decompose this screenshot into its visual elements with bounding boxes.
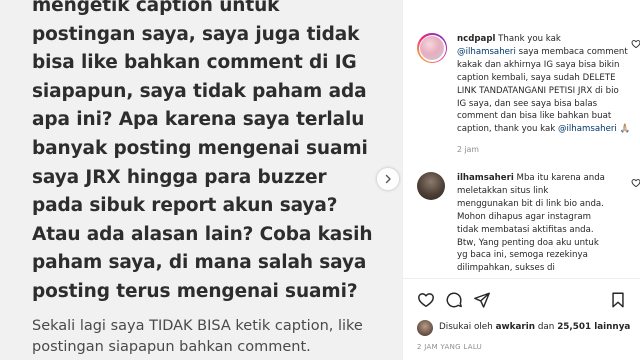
comment-text: dilimpahkan, sukses di (457, 263, 555, 274)
comment-line: Btw, Yang penting doa aku untuk (457, 237, 633, 250)
post-sub-line: postingan siapapun bahkan comment. (32, 339, 311, 355)
action-row (417, 291, 627, 311)
post-text-line: paham saya, di mana salah saya (32, 252, 367, 274)
post-text-line: mengetik caption untuk (32, 0, 280, 16)
chevron-right-icon (385, 174, 391, 184)
avatar[interactable] (417, 33, 447, 63)
comment-line: caption kembali, saya sudah DELETE (457, 72, 633, 85)
comment-line: IG saya, dan see saya bisa balas (457, 98, 633, 111)
comment-line: ncdpapl Thank you kak (457, 33, 633, 46)
comment-text: Btw, Yang penting doa aku untuk (457, 237, 599, 248)
comment-line: menggunakan bit di link bio anda. (457, 198, 633, 211)
comment-text: yg baca ini, semoga rezekinya (457, 250, 588, 261)
comment-text: menggunakan bit di link bio anda. (457, 198, 604, 209)
avatar[interactable] (417, 320, 433, 336)
comment-username[interactable]: ncdpapl (457, 34, 495, 44)
post-main-text: mengetik caption untuk postingan saya, s… (32, 0, 402, 307)
comment-text: LINK TANDATANGANI PETISI JRX di bio (457, 85, 619, 96)
comment-text: caption, thank you kak (457, 124, 558, 135)
comment-text: meletakkan situs link (457, 185, 549, 196)
likes-prefix: Disukai oleh (439, 322, 493, 332)
avatar[interactable] (417, 172, 445, 200)
comment-text: caption kembali, saya sudah DELETE (457, 72, 616, 83)
comment-text: Mohon dihapus agar instagram (457, 211, 592, 222)
comment-text: tidak membatasi aktifitas anda. (457, 224, 594, 235)
post-sub-text: Sekali lagi saya TIDAK BISA ketik captio… (32, 316, 402, 358)
comment-text: Mba itu karena anda (516, 173, 605, 183)
comment-body: ncdpapl Thank you kak @ilhamsaheri saya m… (457, 33, 633, 154)
comment-text: saya membaca comment (515, 46, 628, 57)
next-image-button[interactable] (377, 168, 399, 190)
post-text-line: postingan saya, saya juga tidak (32, 23, 360, 45)
likes-summary: Disukai oleh awkarin dan 25,501 lainnya (417, 320, 640, 338)
share-icon[interactable] (473, 291, 491, 309)
post-text-line: posting terus mengenai suami? (32, 280, 358, 302)
comment-line: Mohon dihapus agar instagram (457, 211, 633, 224)
comment-line: kakak dan akhirnya IG saya bisa bikin (457, 59, 633, 72)
comment-line: dilimpahkan, sukses di (457, 262, 633, 275)
comment-text: Thank you kak (498, 34, 561, 44)
post-image: mengetik caption untuk postingan saya, s… (0, 0, 402, 360)
post-text-line: bisa like bahkan comment di IG (32, 52, 357, 74)
mention-link[interactable]: @ilhamsaheri (457, 47, 516, 57)
comments-list[interactable]: ncdpapl Thank you kak @ilhamsaheri saya m… (403, 0, 640, 278)
comment-icon[interactable] (445, 291, 463, 309)
post-text-line: banyak posting mengenai suami (32, 137, 368, 159)
comment-line: ilhamsaheri Mba itu karena anda (457, 172, 633, 185)
likes-and: dan (537, 322, 555, 332)
post-sub-line: Sekali lagi saya TIDAK BISA ketik captio… (32, 318, 363, 334)
comment-text: IG saya, dan see saya bisa balas (457, 98, 598, 109)
comment-line: meletakkan situs link (457, 185, 633, 198)
post-text-line: Atau ada alasan lain? Coba kasih (32, 223, 373, 245)
comment-line: @ilhamsaheri saya membaca comment (457, 46, 633, 59)
heart-icon[interactable] (631, 39, 640, 49)
comments-panel: ncdpapl Thank you kak @ilhamsaheri saya m… (402, 0, 640, 360)
liked-by-user-link[interactable]: awkarin (496, 322, 535, 332)
post-text-line: siapapun, saya tidak paham ada (32, 80, 367, 102)
comment-timestamp: 2 jam (457, 145, 479, 155)
comment-text: 🙏🏼 (616, 124, 631, 135)
post-text-line: pada sibuk report akun saya? (32, 195, 338, 217)
post-text-line: apa ini? Apa karena saya terlalu (32, 109, 365, 131)
heart-icon[interactable] (417, 291, 435, 309)
heart-icon[interactable] (631, 178, 640, 188)
comment-body: ilhamsaheri Mba itu karena anda meletakka… (457, 172, 633, 275)
post-timestamp: 2 JAM YANG LALU (417, 343, 483, 351)
comment-line: tidak membatasi aktifitas anda. (457, 224, 633, 237)
comment-line: comment dan bisa like bahkan buat (457, 110, 633, 123)
comment-username[interactable]: ilhamsaheri (457, 173, 514, 183)
comment-line: yg baca ini, semoga rezekinya (457, 249, 633, 262)
comment-line: caption, thank you kak @ilhamsaheri 🙏🏼 (457, 123, 633, 136)
mention-link[interactable]: @ilhamsaheri (558, 124, 617, 134)
likes-text: Disukai oleh awkarin dan 25,501 lainnya (439, 322, 630, 332)
post-actions: Disukai oleh awkarin dan 25,501 lainnya … (403, 278, 640, 360)
comment-line: LINK TANDATANGANI PETISI JRX di bio (457, 85, 633, 98)
comment-text: kakak dan akhirnya IG saya bisa bikin (457, 59, 620, 70)
bookmark-icon[interactable] (609, 291, 627, 309)
likes-count-link[interactable]: 25,501 lainnya (557, 322, 630, 332)
post-text-line: saya JRX hingga para buzzer (32, 166, 327, 188)
comment-text: comment dan bisa like bahkan buat (457, 111, 612, 122)
